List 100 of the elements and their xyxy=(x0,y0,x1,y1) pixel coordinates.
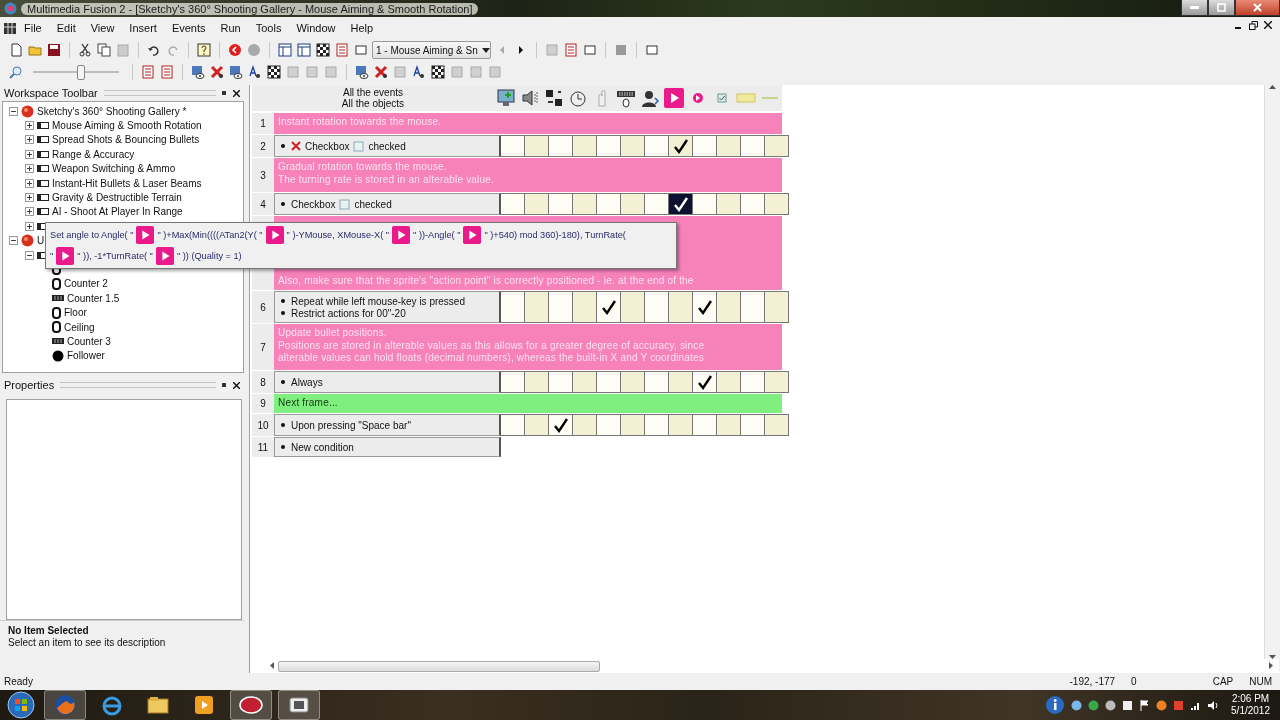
object-filter-icon[interactable] xyxy=(373,64,389,80)
action-cell[interactable] xyxy=(549,372,573,393)
insert-group-icon[interactable] xyxy=(563,42,579,58)
tree-item[interactable]: Spread Shots & Bouncing Bullets xyxy=(52,134,200,146)
action-cell[interactable] xyxy=(765,136,789,157)
frame-dropdown[interactable]: 1 - Mouse Aiming & Sn xyxy=(372,41,491,59)
save-icon[interactable] xyxy=(46,42,62,58)
action-cell[interactable] xyxy=(693,194,717,215)
action-cell[interactable] xyxy=(741,292,765,323)
action-cell[interactable] xyxy=(549,136,573,157)
disable-icon[interactable] xyxy=(613,42,629,58)
action-cell[interactable] xyxy=(645,372,669,393)
expand-toggle[interactable] xyxy=(25,135,34,145)
maximize-button[interactable] xyxy=(1208,0,1235,16)
action-cell[interactable] xyxy=(669,372,693,393)
tree-item[interactable]: Counter 2 xyxy=(64,278,108,290)
tree-item[interactable]: Ceiling xyxy=(64,321,95,333)
action-cell[interactable] xyxy=(741,136,765,157)
taskbar-button[interactable] xyxy=(230,690,272,720)
action-cell[interactable] xyxy=(501,415,525,436)
condition-panel[interactable]: Checkbox checked xyxy=(274,135,501,157)
frame-view-icon[interactable] xyxy=(296,42,312,58)
action-cell[interactable] xyxy=(525,415,549,436)
action-cell[interactable] xyxy=(573,372,597,393)
action-cell[interactable] xyxy=(549,194,573,215)
action-cell[interactable] xyxy=(669,136,693,157)
action-cell[interactable] xyxy=(597,415,621,436)
action-cell[interactable] xyxy=(717,194,741,215)
expand-toggle[interactable] xyxy=(25,164,34,174)
tree-item[interactable]: Counter 1.5 xyxy=(67,292,120,304)
pin-icon[interactable] xyxy=(222,90,227,96)
action-cell[interactable] xyxy=(645,292,669,323)
menu-item[interactable]: Insert xyxy=(122,20,164,36)
object-filter-icon[interactable] xyxy=(209,64,225,80)
action-cell[interactable] xyxy=(693,415,717,436)
action-cell[interactable] xyxy=(765,415,789,436)
action-cell[interactable] xyxy=(693,372,717,393)
event-list-icon[interactable] xyxy=(159,64,175,80)
slider-thumb[interactable] xyxy=(77,64,86,80)
action-cell[interactable] xyxy=(669,292,693,323)
action-cell[interactable] xyxy=(693,292,717,323)
active-object-icon[interactable] xyxy=(662,86,686,110)
action-cell[interactable] xyxy=(549,292,573,323)
close-icon[interactable] xyxy=(233,381,240,389)
action-cell[interactable] xyxy=(621,194,645,215)
scroll-right-icon[interactable] xyxy=(1269,661,1273,669)
object-filter-icon[interactable] xyxy=(228,64,244,80)
action-cell[interactable] xyxy=(597,372,621,393)
bookmark-icon[interactable] xyxy=(644,42,660,58)
action-cell[interactable] xyxy=(573,136,597,157)
action-cell[interactable] xyxy=(765,292,789,323)
action-cell[interactable] xyxy=(573,194,597,215)
cut-icon[interactable] xyxy=(77,42,93,58)
storyboard-view-icon[interactable] xyxy=(277,42,293,58)
copy-icon[interactable] xyxy=(96,42,112,58)
object-filter-icon[interactable] xyxy=(354,64,370,80)
tree-item[interactable]: Instant-Hit Bullets & Laser Beams xyxy=(52,177,202,189)
action-cell[interactable] xyxy=(597,194,621,215)
zoom-icon[interactable] xyxy=(8,64,24,80)
menu-item[interactable]: Events xyxy=(164,20,213,36)
menu-item[interactable]: Run xyxy=(213,20,248,36)
expand-toggle[interactable] xyxy=(25,221,34,231)
action-cell[interactable] xyxy=(621,136,645,157)
event-grid-icon[interactable] xyxy=(315,42,331,58)
close-button[interactable] xyxy=(1235,0,1280,16)
expand-toggle[interactable] xyxy=(25,121,34,131)
action-cell[interactable] xyxy=(621,415,645,436)
action-cell[interactable] xyxy=(693,136,717,157)
action-cell[interactable] xyxy=(597,292,621,323)
minimize-button[interactable] xyxy=(1181,0,1208,16)
vertical-scrollbar[interactable] xyxy=(1264,85,1279,659)
data-elements-icon[interactable] xyxy=(353,42,369,58)
scroll-down-icon[interactable] xyxy=(1268,655,1276,659)
start-button[interactable] xyxy=(4,691,38,719)
menu-item[interactable]: Window xyxy=(289,20,343,36)
action-cell[interactable] xyxy=(501,292,525,323)
menu-item[interactable]: View xyxy=(83,20,122,36)
action-cell[interactable] xyxy=(765,372,789,393)
tree-item[interactable]: Follower xyxy=(67,350,105,362)
menu-item[interactable]: Edit xyxy=(49,20,83,36)
tree-item[interactable]: Mouse Aiming & Smooth Rotation xyxy=(52,120,202,132)
expand-toggle[interactable] xyxy=(25,207,34,217)
pin-icon[interactable] xyxy=(222,382,227,388)
tree-item[interactable]: AI - Shoot At Player In Range xyxy=(52,206,183,218)
action-cell[interactable] xyxy=(621,292,645,323)
tree-item[interactable]: Weapon Switching & Ammo xyxy=(52,163,176,175)
restore-icon[interactable] xyxy=(1249,20,1258,30)
action-cell[interactable] xyxy=(549,415,573,436)
text-filter-icon[interactable] xyxy=(247,64,263,80)
action-cell[interactable] xyxy=(573,292,597,323)
action-cell[interactable] xyxy=(501,372,525,393)
action-cell[interactable] xyxy=(525,194,549,215)
taskbar-button[interactable] xyxy=(278,690,320,720)
insert-event-icon[interactable] xyxy=(582,42,598,58)
tree-item[interactable]: Counter 3 xyxy=(67,335,111,347)
action-cell[interactable] xyxy=(501,136,525,157)
condition-panel[interactable]: Checkbox checked xyxy=(274,193,501,215)
expand-toggle[interactable] xyxy=(25,149,34,159)
expand-toggle[interactable] xyxy=(25,193,34,203)
help-icon[interactable] xyxy=(196,42,212,58)
